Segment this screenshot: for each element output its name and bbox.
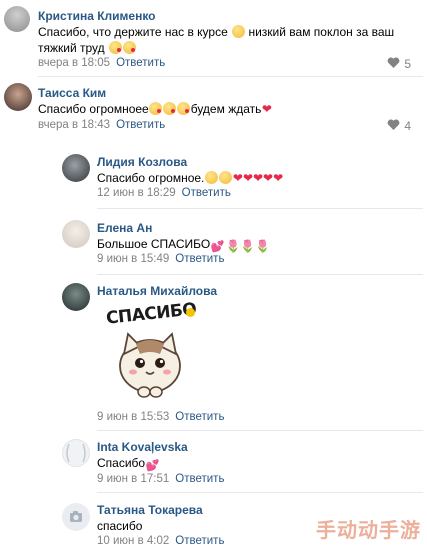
divider xyxy=(97,430,423,431)
reply-meta: 9 июн в 17:51 Ответить xyxy=(97,473,224,485)
avatar[interactable] xyxy=(4,6,30,32)
comment-text-part: Спасибо, что держите нас в курсе xyxy=(38,25,228,39)
reply-time[interactable]: 12 июн в 18:29 xyxy=(97,187,176,199)
reply-meta: 9 июн в 15:49 Ответить xyxy=(97,253,224,265)
reply-button[interactable]: Ответить xyxy=(175,473,224,485)
reply-meta: 10 июн в 4:02 Ответить xyxy=(97,535,224,547)
divider xyxy=(97,274,423,275)
reply-meta: 12 июн в 18:29 Ответить xyxy=(97,187,231,199)
comment-text-part: будем ждать xyxy=(190,102,262,116)
reply-time[interactable]: 9 июн в 17:51 xyxy=(97,473,169,485)
like-button[interactable]: 4 xyxy=(387,119,411,134)
avatar[interactable] xyxy=(4,83,32,111)
sticker[interactable]: СПАСИБО xyxy=(100,299,200,404)
comment-author[interactable]: Кристина Клименко xyxy=(38,9,156,23)
comment-meta: вчера в 18:43 Ответить xyxy=(38,119,165,131)
heart-emoji-icon: ❤❤❤❤❤ xyxy=(232,171,284,185)
camera-icon xyxy=(70,511,82,522)
divider xyxy=(38,76,423,77)
reply-text-part: Спасибо xyxy=(97,456,146,470)
reply-item: Наталья Михайлова СПАСИБО 9 июн в 15:53 О… xyxy=(0,278,427,430)
comment-time[interactable]: вчера в 18:05 xyxy=(38,57,110,69)
reply-meta: 9 июн в 15:53 Ответить xyxy=(97,411,224,423)
reply-button[interactable]: Ответить xyxy=(175,411,224,423)
reply-button[interactable]: Ответить xyxy=(116,57,165,69)
comment-text: Спасибо, что держите нас в курсе низкий … xyxy=(38,24,408,56)
reply-time[interactable]: 10 июн в 4:02 xyxy=(97,535,169,547)
kiss-emoji-icon xyxy=(108,41,122,54)
reply-button[interactable]: Ответить xyxy=(175,253,224,265)
default-avatar-icon xyxy=(66,443,86,463)
watermark: 手动动手游 xyxy=(316,518,421,542)
comment-meta: вчера в 18:05 Ответить xyxy=(38,57,165,69)
avatar[interactable] xyxy=(62,154,90,182)
comment-text: Спасибо огромноее будем ждать❤ xyxy=(38,101,408,117)
avatar[interactable] xyxy=(62,220,90,248)
kiss-emoji-icon xyxy=(163,102,177,115)
heart-emoji-icon: ❤ xyxy=(261,102,272,116)
comment-text-part: Спасибо огромноее xyxy=(38,102,149,116)
reply-time[interactable]: 9 июн в 15:49 xyxy=(97,253,169,265)
heart-icon xyxy=(387,57,400,72)
like-count: 4 xyxy=(404,119,411,133)
kiss-emoji-icon xyxy=(122,41,136,54)
heart-icon xyxy=(387,119,400,134)
kiss-emoji-icon xyxy=(177,102,191,115)
reply-item: Лидия Козлова Спасибо огромное. ❤❤❤❤❤ 12 … xyxy=(0,146,427,210)
avatar[interactable] xyxy=(62,283,90,311)
reply-item: Inta Kovaļevska Спасибо💕 9 июн в 17:51 От… xyxy=(0,434,427,492)
reply-button[interactable]: Ответить xyxy=(116,119,165,131)
like-button[interactable]: 5 xyxy=(387,57,411,72)
smile-emoji-icon xyxy=(231,25,245,38)
comment-time[interactable]: вчера в 18:43 xyxy=(38,119,110,131)
reply-item: Елена Ан Большое СПАСИБО💕🌷🌷🌷 9 июн в 15:… xyxy=(0,212,427,274)
reply-author[interactable]: Inta Kovaļevska xyxy=(97,440,188,454)
divider xyxy=(97,208,423,209)
reply-button[interactable]: Ответить xyxy=(175,535,224,547)
like-count: 5 xyxy=(404,57,411,71)
reply-text: Спасибо огромное. ❤❤❤❤❤ xyxy=(97,170,397,186)
reply-author[interactable]: Елена Ан xyxy=(97,221,152,235)
reply-author[interactable]: Лидия Козлова xyxy=(97,155,187,169)
sparkling-heart-emoji-icon: 💕 xyxy=(145,460,160,472)
reply-author[interactable]: Наталья Михайлова xyxy=(97,284,217,298)
reply-author[interactable]: Татьяна Токарева xyxy=(97,503,203,517)
comment-item: Кристина Клименко Спасибо, что держите н… xyxy=(0,0,427,76)
reply-text: Спасибо💕 xyxy=(97,455,397,474)
reply-text-part: Спасибо огромное. xyxy=(97,171,205,185)
kiss-emoji-icon xyxy=(149,102,163,115)
smile-emoji-icon xyxy=(204,171,218,184)
reply-text-part: Большое СПАСИБО xyxy=(97,237,211,251)
comment-item: Таисса Ким Спасибо огромноее будем ждать❤… xyxy=(0,80,427,140)
divider xyxy=(97,492,423,493)
tulip-emoji-icon: 🌷🌷🌷 xyxy=(225,239,271,253)
sparkle-icon xyxy=(186,308,195,317)
avatar[interactable] xyxy=(62,503,90,531)
reply-time[interactable]: 9 июн в 15:53 xyxy=(97,411,169,423)
smile-emoji-icon xyxy=(218,171,232,184)
reply-button[interactable]: Ответить xyxy=(182,187,231,199)
avatar[interactable] xyxy=(62,439,90,467)
comment-author[interactable]: Таисса Ким xyxy=(38,86,106,100)
